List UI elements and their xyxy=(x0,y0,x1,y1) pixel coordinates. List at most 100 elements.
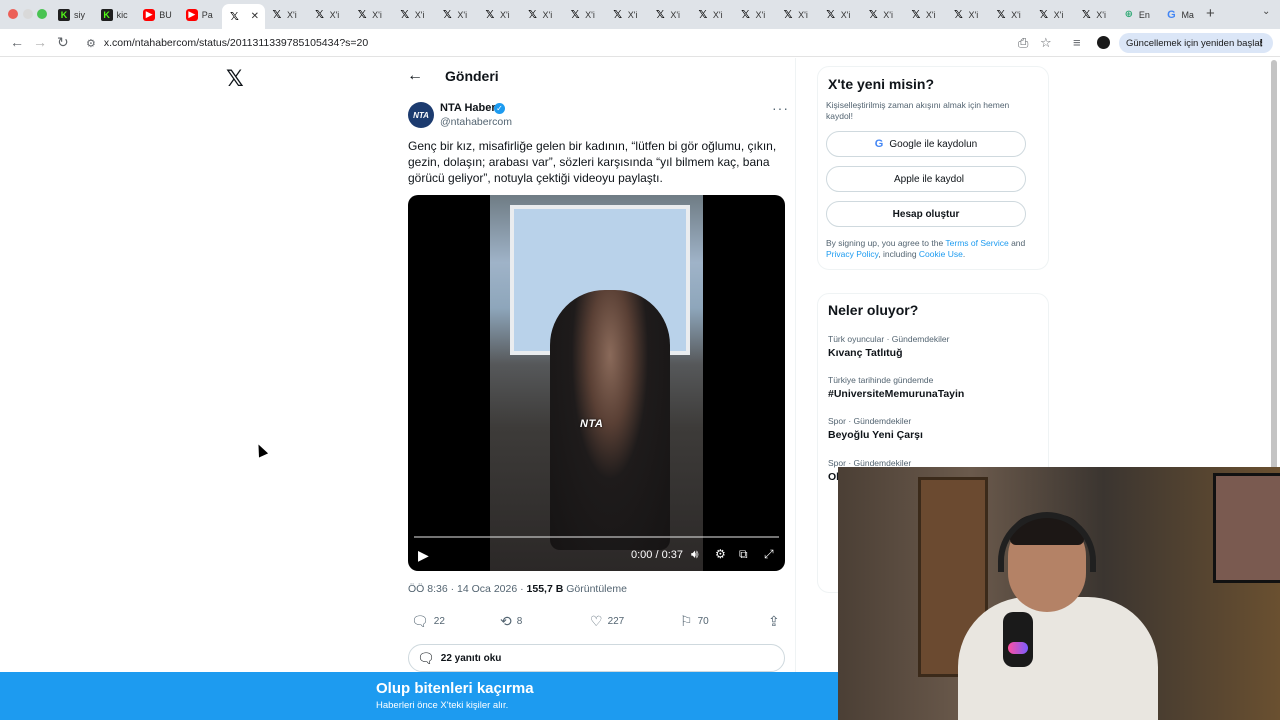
browser-tab[interactable]: 𝕏 X'i xyxy=(1074,4,1117,25)
x-icon: 𝕏 xyxy=(1039,9,1049,21)
browser-tab[interactable]: 𝕏 X'i xyxy=(648,4,691,25)
x-icon: 𝕏 xyxy=(954,9,963,21)
x-icon: 𝕏 xyxy=(357,9,367,21)
youtube-icon: ▶ xyxy=(185,8,198,21)
back-arrow-icon[interactable]: ← xyxy=(407,67,423,85)
heart-icon: ♡ xyxy=(590,613,603,629)
media-controls-icon[interactable]: ≡ xyxy=(1073,35,1081,50)
page-title: Gönderi xyxy=(445,68,499,84)
trend-item[interactable]: Spor · Gündemdekiler Beyoğlu Yeni Çarşı xyxy=(828,416,1043,441)
tab-title: X'i xyxy=(840,9,851,20)
create-account-button[interactable]: Hesap oluştur xyxy=(826,201,1026,227)
x-icon: 𝕏 xyxy=(783,9,793,21)
close-tab-icon[interactable]: ✕ xyxy=(251,11,259,22)
browser-tab[interactable]: 𝕏 X'i xyxy=(776,4,819,25)
relaunch-label: Güncellemek için yeniden başlat xyxy=(1126,37,1263,49)
author-avatar[interactable]: NTA xyxy=(408,102,434,128)
bookmark-button[interactable]: ⚐ 70 xyxy=(680,613,709,630)
relaunch-update-button[interactable]: Güncellemek için yeniden başlat ⋮ xyxy=(1119,33,1273,53)
tab-title: X'i xyxy=(1011,9,1021,20)
picture-in-picture-icon[interactable]: ⧉ xyxy=(739,547,748,562)
install-app-icon[interactable]: ⎙ xyxy=(1018,35,1028,51)
trend-item[interactable]: Türk oyuncular · Gündemdekiler Kıvanç Ta… xyxy=(828,334,1043,359)
repost-icon: ⟲ xyxy=(500,613,512,629)
trend-category: Türkiye tarihinde gündemde xyxy=(828,375,934,385)
browser-tab[interactable]: 𝕏 X'i xyxy=(435,4,478,25)
tab-search-chevron-icon[interactable]: ⌄ xyxy=(1262,6,1270,17)
site-settings-icon[interactable]: ⚙ xyxy=(86,37,96,50)
webcam-overlay xyxy=(838,467,1280,720)
post-text: Genç bir kız, misafirliğe gelen bir kadı… xyxy=(408,139,777,185)
browser-tab[interactable]: ▶ Pa xyxy=(180,4,223,25)
settings-gear-icon[interactable]: ⚙ xyxy=(715,547,726,561)
browser-tab[interactable]: 𝕏 X'i xyxy=(393,4,436,25)
browser-tab[interactable]: ⊕ En xyxy=(1117,4,1160,25)
video-progress-bar[interactable] xyxy=(414,536,779,538)
privacy-policy-link[interactable]: Privacy Policy xyxy=(826,249,878,259)
x-logo-icon[interactable]: 𝕏 xyxy=(226,66,244,92)
browser-tab[interactable]: 𝕏 X'i xyxy=(691,4,734,25)
trend-item[interactable]: Türkiye tarihinde gündemde #UniversiteMe… xyxy=(828,375,1043,400)
maximize-window-button[interactable] xyxy=(37,9,47,19)
tab-title: X'i xyxy=(499,9,510,20)
browser-tab[interactable]: 𝕏 X'i xyxy=(989,4,1032,25)
browser-tab[interactable]: 𝕏 ✕ xyxy=(222,4,265,29)
browser-tab[interactable]: 𝕏 X'i xyxy=(904,4,947,25)
like-button[interactable]: ♡ 227 xyxy=(590,613,624,630)
terms-prefix: By signing up, you agree to the xyxy=(826,238,946,248)
profile-avatar[interactable] xyxy=(1097,36,1110,49)
browser-tab[interactable]: 𝕏 X'i xyxy=(308,4,351,25)
browser-tab[interactable]: Kkic xyxy=(95,4,138,25)
minimize-window-button[interactable] xyxy=(23,9,33,19)
tab-title: X'i xyxy=(627,9,638,20)
tab-title: Pa xyxy=(201,9,213,20)
bookmark-star-icon[interactable]: ☆ xyxy=(1040,35,1052,51)
views-count: 155,7 B xyxy=(526,583,564,595)
play-icon[interactable]: ▶ xyxy=(418,547,429,564)
browser-tab[interactable]: Ksiy xyxy=(52,4,95,25)
browser-tab[interactable]: 𝕏 X'i xyxy=(563,4,606,25)
column-divider xyxy=(795,58,796,678)
browser-tab[interactable]: 𝕏 X'i xyxy=(819,4,862,25)
back-button[interactable]: ← xyxy=(10,34,24,50)
webcam-monitor xyxy=(1213,473,1280,583)
browser-tab[interactable]: 𝕏 X'i xyxy=(478,4,521,25)
reload-button[interactable]: ↻ xyxy=(57,34,69,51)
cookie-use-link[interactable]: Cookie Use xyxy=(919,249,963,259)
read-replies-button[interactable]: 🗨︎ 22 yanıtı oku xyxy=(408,644,785,672)
post-time[interactable]: ÖÖ 8:36 xyxy=(408,583,448,595)
repost-button[interactable]: ⟲ 8 xyxy=(500,613,522,630)
tab-title: X'i xyxy=(542,9,553,20)
browser-tab[interactable]: 𝕏 X'i xyxy=(521,4,564,25)
author-handle[interactable]: @ntahabercom xyxy=(440,116,512,128)
share-button[interactable]: ⇪ xyxy=(768,613,785,630)
browser-tab[interactable]: G Ma xyxy=(1159,4,1202,25)
volume-icon[interactable]: 🔊︎ xyxy=(691,547,699,562)
close-window-button[interactable] xyxy=(8,9,18,19)
video-player[interactable]: NTA ▶ 0:00 / 0:37 🔊︎ ⚙ ⧉ ⤢ xyxy=(408,195,785,571)
new-tab-button[interactable]: + xyxy=(1206,5,1215,22)
browser-tab[interactable]: 𝕏 X'i xyxy=(734,4,777,25)
more-options-icon[interactable]: ··· xyxy=(772,100,789,116)
tab-title: X'i xyxy=(670,9,681,20)
google-signup-button[interactable]: G Google ile kaydolun xyxy=(826,131,1026,157)
browser-tab[interactable]: 𝕏 X'i xyxy=(265,4,308,25)
reply-button[interactable]: 🗨︎ 22 xyxy=(411,613,445,630)
browser-tab[interactable]: 𝕏 X'i xyxy=(350,4,393,25)
post-date[interactable]: 14 Oca 2026 xyxy=(457,583,517,595)
browser-tab[interactable]: 𝕏 X'i xyxy=(861,4,904,25)
terms-of-service-link[interactable]: Terms of Service xyxy=(945,238,1008,248)
browser-tab[interactable]: 𝕏 X'i xyxy=(946,4,989,25)
fullscreen-icon[interactable]: ⤢ xyxy=(764,547,774,562)
forward-button[interactable]: → xyxy=(33,34,47,50)
address-bar[interactable]: ⚙ x.com/ntahabercom/status/2011311339785… xyxy=(80,31,1060,55)
url-text: x.com/ntahabercom/status/201131133978510… xyxy=(103,37,369,49)
apple-signup-button[interactable]: Apple ile kaydol xyxy=(826,166,1026,192)
browser-menu-icon[interactable]: ⋮ xyxy=(1257,38,1267,49)
author-name[interactable]: NTA Haber xyxy=(440,102,496,114)
google-icon: G xyxy=(1167,8,1176,21)
browser-tab[interactable]: ▶ BU xyxy=(137,4,180,25)
x-icon: 𝕏 xyxy=(698,9,708,21)
browser-tab[interactable]: 𝕏 X'i xyxy=(606,4,649,25)
browser-tab[interactable]: 𝕏 X'i xyxy=(1032,4,1075,25)
